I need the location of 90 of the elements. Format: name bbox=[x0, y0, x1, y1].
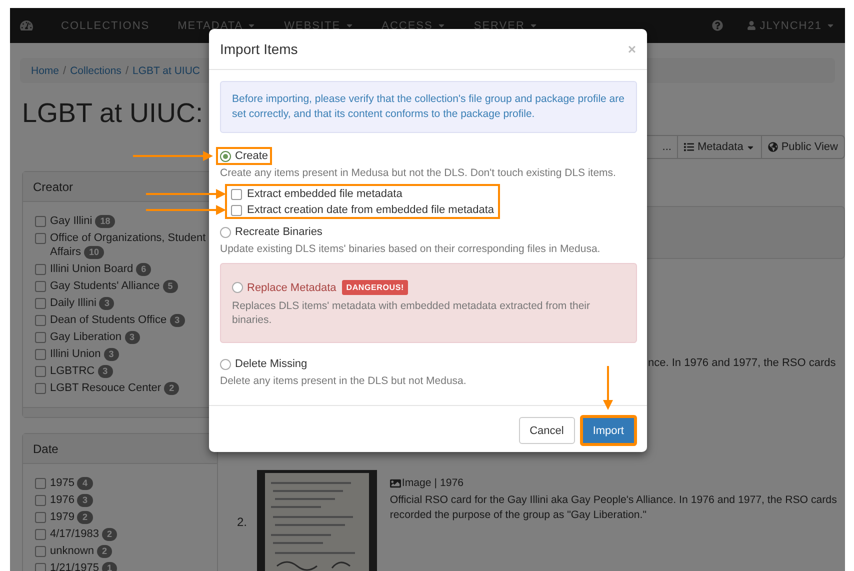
option-description: Delete any items present in the DLS but not Medusa. bbox=[220, 374, 468, 388]
count-badge: 3 bbox=[98, 365, 113, 378]
checkbox[interactable] bbox=[231, 205, 242, 216]
checkbox[interactable] bbox=[35, 563, 46, 571]
page-title: LGBT at UIUC: bbox=[22, 97, 204, 129]
annotation-arrow bbox=[603, 366, 614, 410]
modal-title: Import Items bbox=[220, 41, 298, 57]
facet-term[interactable]: 1976 3 bbox=[50, 493, 92, 507]
option-description: Replaces DLS items' metadata with embedded metadata extracted from their binaries. bbox=[232, 299, 592, 327]
count-badge: 2 bbox=[164, 382, 180, 395]
toolbar-button[interactable]: Public View bbox=[761, 135, 845, 159]
count-badge: 10 bbox=[84, 246, 104, 259]
facet-term[interactable]: Gay Liberation 3 bbox=[50, 330, 140, 344]
checkbox[interactable] bbox=[35, 495, 46, 506]
radio[interactable] bbox=[232, 282, 243, 293]
checkbox[interactable] bbox=[35, 315, 46, 326]
count-badge: 3 bbox=[99, 297, 114, 310]
checkbox[interactable] bbox=[35, 298, 46, 309]
checkbox[interactable] bbox=[35, 332, 46, 343]
facet-title: Date bbox=[23, 434, 217, 464]
count-badge: 3 bbox=[77, 494, 92, 507]
image-icon bbox=[390, 478, 401, 489]
facet-term[interactable]: LGBT Resouce Center 2 bbox=[50, 381, 180, 395]
checkbox[interactable] bbox=[35, 366, 46, 377]
result-type: Image | 1976 bbox=[390, 476, 845, 491]
radio-option[interactable]: Recreate Binaries bbox=[216, 223, 326, 241]
breadcrumb-link[interactable]: Home bbox=[31, 64, 60, 76]
checkbox[interactable] bbox=[35, 216, 46, 227]
count-badge: 2 bbox=[97, 545, 112, 558]
dashboard-icon[interactable] bbox=[20, 19, 33, 32]
checkbox[interactable] bbox=[35, 478, 46, 489]
toolbar-button[interactable]: Metadata bbox=[677, 135, 762, 159]
count-badge: 3 bbox=[124, 331, 140, 344]
radio[interactable] bbox=[220, 150, 231, 162]
breadcrumb-separator: / bbox=[125, 64, 128, 76]
count-badge: 3 bbox=[170, 314, 185, 327]
checkbox-option[interactable]: Extract creation date from embedded file metadata bbox=[231, 203, 494, 216]
count-badge: 6 bbox=[136, 263, 152, 276]
breadcrumb-link[interactable]: LGBT at UIUC bbox=[132, 64, 200, 76]
radio-option[interactable]: Delete Missing bbox=[216, 355, 312, 373]
checkbox[interactable] bbox=[231, 189, 242, 200]
facet-term[interactable]: unknown 2 bbox=[50, 544, 112, 558]
option-description: Create any items present in Medusa but not the DLS. Don't touch existing DLS items. bbox=[220, 166, 617, 180]
count-badge: 4 bbox=[77, 477, 92, 490]
facet-term[interactable]: Dean of Students Office 3 bbox=[50, 313, 185, 327]
count-badge: 3 bbox=[104, 348, 119, 361]
globe-icon bbox=[768, 142, 778, 152]
list-icon bbox=[684, 142, 694, 152]
checkbox[interactable] bbox=[35, 546, 46, 557]
result-description: nce. In 1976 and 1977, the RSO cards bbox=[648, 357, 837, 369]
facet-term[interactable]: Illini Union 3 bbox=[50, 347, 119, 361]
checkbox[interactable] bbox=[35, 264, 46, 275]
facet-term[interactable]: Illini Union Board 6 bbox=[50, 262, 152, 276]
facet-term[interactable]: 1979 2 bbox=[50, 510, 92, 524]
checkbox[interactable] bbox=[35, 512, 46, 523]
user-icon bbox=[746, 21, 756, 30]
facet-term[interactable]: 1975 4 bbox=[50, 476, 92, 490]
result-description: Official RSO card for the Gay Illini aka Gay People's Alliance. In 1976 and 1977, the RSO cards recorded the purpose of the group as "Gay Liberation." bbox=[390, 493, 838, 523]
breadcrumb-link[interactable]: Collections bbox=[70, 64, 122, 76]
breadcrumb-separator: / bbox=[63, 64, 66, 76]
checkbox[interactable] bbox=[35, 233, 46, 244]
facet-term[interactable]: Office of Organizations, Student Affairs 10 bbox=[50, 231, 207, 259]
checkbox[interactable] bbox=[35, 529, 46, 540]
facet-term[interactable]: Daily Illini 3 bbox=[50, 296, 114, 310]
help-icon[interactable] bbox=[712, 20, 723, 31]
count-badge: 2 bbox=[77, 511, 92, 524]
danger-label: DANGEROUS! bbox=[342, 280, 408, 295]
nav-menu[interactable]: METADATA bbox=[178, 20, 256, 32]
radio[interactable] bbox=[220, 226, 231, 238]
facet-term[interactable]: 4/17/1983 2 bbox=[50, 527, 117, 541]
facet-term[interactable]: LGBTRC 3 bbox=[50, 364, 113, 378]
facet-term[interactable]: 1/21/1975 1 bbox=[50, 561, 117, 571]
facet-term[interactable]: Gay Students' Alliance 5 bbox=[50, 279, 178, 293]
count-badge: 18 bbox=[95, 215, 116, 228]
radio[interactable] bbox=[220, 358, 231, 370]
nav-menu[interactable]: COLLECTIONS bbox=[61, 20, 150, 32]
checkbox[interactable] bbox=[35, 383, 46, 394]
count-badge: 5 bbox=[162, 280, 178, 293]
facet-term[interactable]: Gay Illini 18 bbox=[50, 214, 116, 228]
radio-option[interactable]: Replace Metadata DANGEROUS! bbox=[228, 277, 412, 298]
checkbox[interactable] bbox=[35, 349, 46, 360]
checkbox-option[interactable]: Extract embedded file metadata bbox=[231, 187, 494, 200]
checkbox[interactable] bbox=[35, 281, 46, 292]
count-badge: 2 bbox=[102, 528, 117, 541]
cancel-button[interactable]: Cancel bbox=[518, 417, 575, 444]
info-alert: Before importing, please verify that the collection's file group and package profile are set correctly, and that its content conforms to the package profile. bbox=[220, 81, 637, 133]
result-number: 2. bbox=[237, 515, 248, 531]
count-badge: 1 bbox=[102, 562, 117, 571]
user-menu[interactable]: JLYNCH21 bbox=[746, 20, 835, 32]
option-description: Update existing DLS items' binaries based on their corresponding files in Medusa. bbox=[220, 242, 602, 256]
